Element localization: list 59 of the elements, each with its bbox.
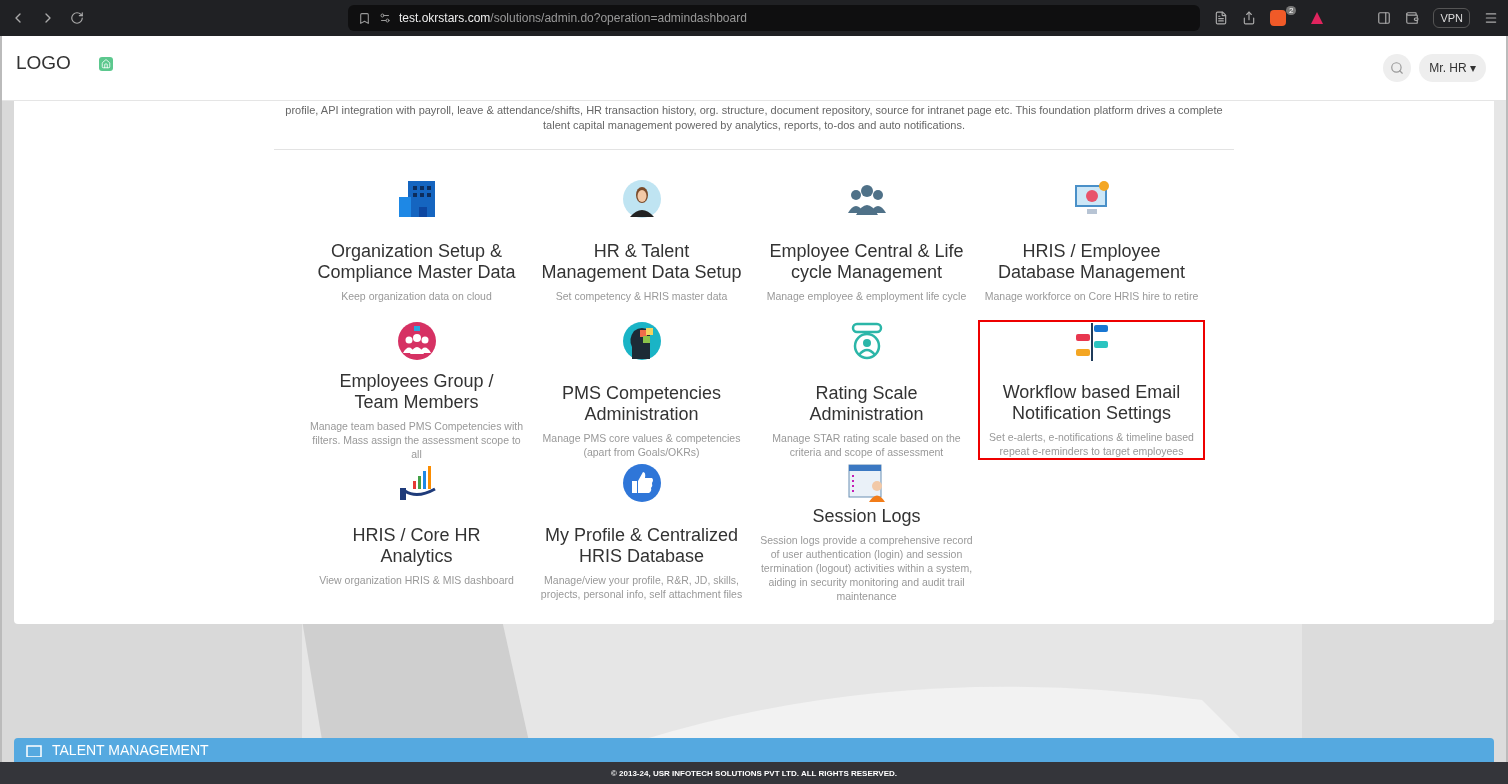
module-description: Manage team based PMS Competencies with filters. Mass assign the assessment scope to all xyxy=(309,419,524,461)
id-card-icon xyxy=(26,745,42,757)
bookmark-icon[interactable] xyxy=(358,11,371,25)
search-icon xyxy=(1390,61,1405,75)
logo-placeholder[interactable]: LOGO xyxy=(16,52,71,74)
module-tile[interactable]: Employees Group / Team Members Manage team based PMS Competencies with filters. Mass assign the assessment scope to all xyxy=(304,320,529,462)
module-description: View organization HRIS & MIS dashboard xyxy=(318,573,515,587)
reload-icon[interactable] xyxy=(70,11,84,25)
highlight-frame[interactable]: Workflow based Email Notification Settings Set e-alerts, e-notifications & timeline based repeat e-reminders to target employees xyxy=(978,320,1205,460)
module-tile[interactable]: Employee Central & Life cycle Management Manage employee & employment life cycle xyxy=(754,178,979,320)
module-title: Session Logs xyxy=(811,506,922,527)
menu-icon[interactable] xyxy=(1484,11,1498,25)
module-tile[interactable]: HRIS / Core HR Analytics View organization HRIS & MIS dashboard xyxy=(304,462,529,604)
module-description: Keep organization data on cloud xyxy=(340,289,493,303)
banner-title: TALENT MANAGEMENT xyxy=(52,742,209,758)
module-title: My Profile & Centralized HRIS Database xyxy=(543,525,740,567)
module-description: Set competency & HRIS master data xyxy=(554,289,729,303)
module-title: Employee Central & Life cycle Management xyxy=(768,241,965,283)
module-description: Manage workforce on Core HRIS hire to retire xyxy=(984,289,1199,303)
site-settings-icon[interactable] xyxy=(379,12,391,24)
woman-avatar-icon xyxy=(621,179,662,219)
module-tile[interactable]: HR & Talent Management Data Setup Set competency & HRIS master data xyxy=(529,178,754,320)
module-tile[interactable]: Organization Setup & Compliance Master Data Keep organization data on cloud xyxy=(304,178,529,320)
intro-text: profile, API integration with payroll, leave & attendance/shifts, HR transaction history, org. structure, document repository, source for intranet page etc. This foundation platform drives a complete talent capital management powered by analytics, reports, to-dos and auto notifications. xyxy=(274,103,1234,150)
module-title: Employees Group / Team Members xyxy=(338,371,495,413)
head-puzzle-icon xyxy=(621,321,662,361)
module-tile[interactable]: HRIS / Employee Database Management Manage workforce on Core HRIS hire to retire xyxy=(979,178,1204,320)
module-tile[interactable]: PMS Competencies Administration Manage PMS core values & competencies (apart from Goals/OKRs) xyxy=(529,320,754,462)
building-icon xyxy=(396,179,437,219)
shield-count: 2 xyxy=(1286,6,1297,15)
module-title: HRIS / Core HR Analytics xyxy=(351,525,482,567)
module-tile[interactable]: My Profile & Centralized HRIS Database Manage/view your profile, R&R, JD, skills, projects, personal info, self attachment files xyxy=(529,462,754,604)
module-description: Manage/view your profile, R&R, JD, skills, projects, personal info, self attachment files xyxy=(539,573,744,601)
module-title: HR & Talent Management Data Setup xyxy=(540,241,743,283)
sidebar-icon[interactable] xyxy=(1377,11,1392,25)
shield-icon[interactable] xyxy=(1270,10,1286,26)
user-log-icon xyxy=(846,463,887,503)
module-description: Session logs provide a comprehensive record of user authentication (login) and session termination (logout) activities within a system, aiding in security monitoring and audit trail maintenance xyxy=(759,533,974,603)
reader-icon[interactable] xyxy=(1214,11,1228,25)
thumbs-up-icon xyxy=(621,463,662,503)
url-text: test.okrstars.com/solutions/admin.do?operation=admindashboard xyxy=(399,11,747,25)
module-title: HRIS / Employee Database Management xyxy=(996,241,1187,283)
triangle-icon[interactable] xyxy=(1310,11,1325,25)
group-icon xyxy=(396,321,437,361)
vpn-button[interactable]: VPN xyxy=(1433,8,1470,28)
module-description: Manage PMS core values & competencies (apart from Goals/OKRs) xyxy=(541,431,742,459)
user-menu[interactable]: Mr. HR ▾ xyxy=(1419,54,1486,82)
module-description: Manage STAR rating scale based on the criteria and scope of assessment xyxy=(771,431,962,459)
module-description: Set e-alerts, e-notifications & timeline based repeat e-reminders to target employees xyxy=(988,430,1195,458)
address-bar[interactable]: test.okrstars.com/solutions/admin.do?operation=admindashboard xyxy=(348,5,1200,31)
wallet-icon[interactable] xyxy=(1405,11,1420,25)
module-description: Manage employee & employment life cycle xyxy=(765,289,968,303)
share-icon[interactable] xyxy=(1242,11,1256,25)
module-title: Rating Scale Administration xyxy=(808,383,925,425)
module-title: PMS Competencies Administration xyxy=(560,383,723,425)
footer-text: © 2013-24, USR INFOTECH SOLUTIONS PVT LTD. ALL RIGHTS RESERVED. xyxy=(0,762,1508,784)
module-tile[interactable]: Rating Scale Administration Manage STAR rating scale based on the criteria and scope of assessment xyxy=(754,320,979,462)
module-title: Workflow based Email Notification Settings xyxy=(1001,382,1182,424)
module-title: Organization Setup & Compliance Master Data xyxy=(316,241,517,283)
